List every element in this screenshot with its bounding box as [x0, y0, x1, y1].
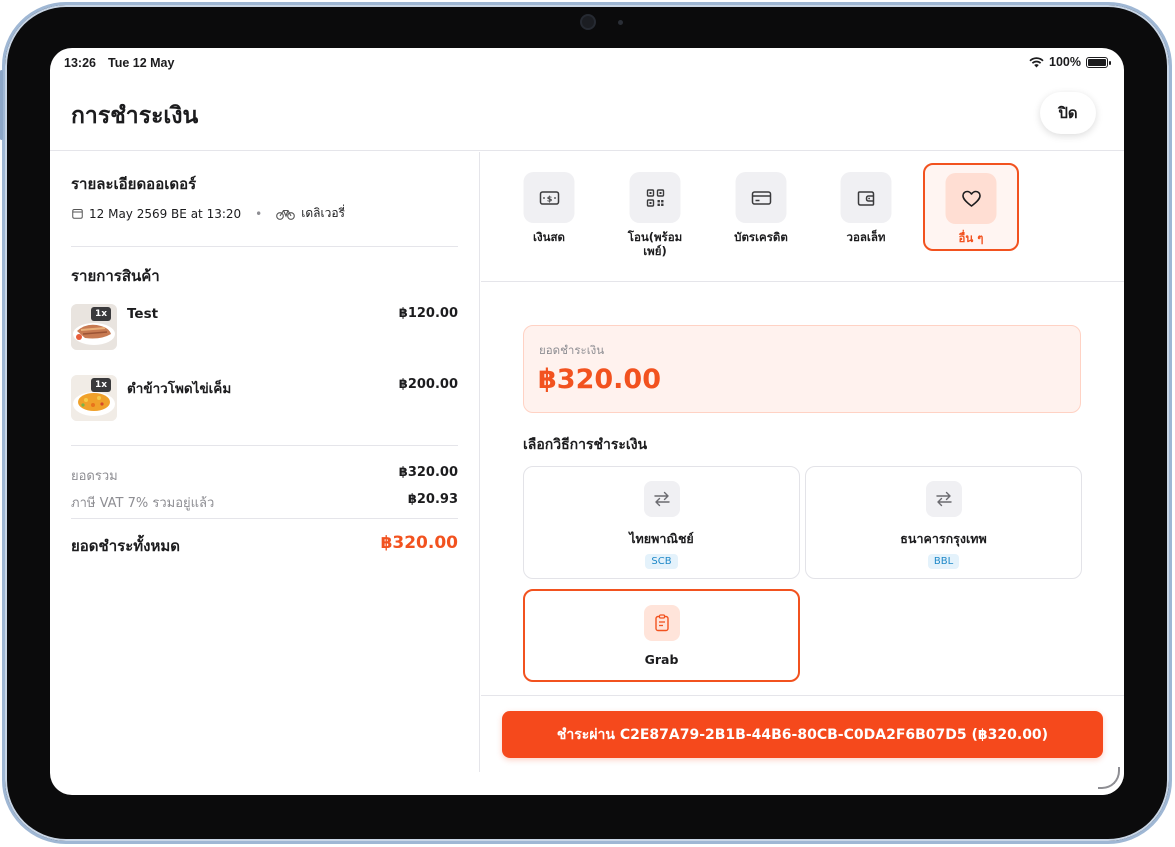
grand-total-value: ฿320.00 — [380, 533, 458, 553]
bank-code-badge: SCB — [645, 554, 678, 569]
wifi-icon — [1029, 56, 1044, 67]
svg-text:$: $ — [546, 194, 552, 203]
transfer-arrows-icon — [925, 481, 962, 517]
grand-total-label: ยอดชำระทั้งหมด — [71, 537, 180, 555]
camera-sensor — [618, 20, 623, 25]
item-price: ฿200.00 — [398, 377, 458, 392]
status-date: Tue 12 May — [108, 56, 175, 70]
screen: 13:26 Tue 12 May 100% การชำระเงิน ปิด รา… — [50, 48, 1124, 795]
quantity-badge: 1x — [91, 307, 112, 321]
calendar-icon — [72, 209, 83, 219]
status-indicators: 100% — [1029, 55, 1111, 69]
status-time: 13:26 — [64, 56, 96, 70]
tab-cash[interactable]: $ เงินสด — [501, 164, 597, 252]
item-name: ตำข้าวโพดไข่เค็ม — [127, 381, 232, 397]
page-header: การชำระเงิน ปิด — [50, 78, 1124, 151]
vat-label: ภาษี VAT 7% รวมอยู่แล้ว — [71, 496, 215, 511]
device-side-button — [0, 70, 3, 140]
items-title: รายการสินค้า — [71, 267, 160, 285]
option-scb[interactable]: ไทยพาณิชย์ SCB — [523, 466, 800, 579]
order-meta: 12 May 2569 BE at 13:20 • เดลิเวอรี่ — [72, 204, 345, 223]
option-grab[interactable]: Grab — [523, 589, 800, 682]
payment-panel: $ เงินสด โอน(พร้อมเพย์) บัตรเครดิต วอลเล… — [481, 152, 1124, 795]
item-thumbnail: 1x — [71, 304, 117, 350]
order-details-title: รายละเอียดออเดอร์ — [71, 175, 197, 193]
tab-other[interactable]: อื่น ๆ — [923, 163, 1019, 251]
status-bar: 13:26 Tue 12 May 100% — [50, 48, 1124, 78]
tab-credit-card[interactable]: บัตรเครดิต — [713, 164, 809, 252]
order-item[interactable]: 1x ตำข้าวโพดไข่เค็ม ฿200.00 — [71, 375, 458, 425]
credit-card-icon — [735, 172, 787, 223]
order-datetime: 12 May 2569 BE at 13:20 — [89, 206, 242, 221]
bank-name: ธนาคารกรุงเทพ — [900, 531, 987, 546]
battery-percent: 100% — [1049, 55, 1081, 69]
front-camera — [580, 14, 596, 30]
bicycle-icon — [276, 209, 296, 220]
divider — [71, 518, 458, 519]
transfer-arrows-icon — [643, 481, 680, 517]
divider — [71, 445, 458, 446]
wallet-icon — [840, 172, 892, 223]
item-price: ฿120.00 — [398, 306, 458, 321]
item-thumbnail: 1x — [71, 375, 117, 421]
tab-label: อื่น ๆ — [958, 231, 984, 245]
tab-label: บัตรเครดิต — [734, 230, 788, 244]
option-name: Grab — [644, 652, 679, 667]
tab-label: วอลเล็ท — [846, 230, 886, 244]
payment-method-tabs: $ เงินสด โอน(พร้อมเพย์) บัตรเครดิต วอลเล… — [481, 152, 1124, 282]
cash-icon: $ — [523, 172, 575, 223]
heart-icon — [945, 173, 997, 224]
order-item[interactable]: 1x Test ฿120.00 — [71, 304, 458, 354]
bank-name: ไทยพาณิชย์ — [629, 531, 694, 546]
tab-transfer-promptpay[interactable]: โอน(พร้อมเพย์) — [607, 164, 703, 258]
order-type: เดลิเวอรี่ — [301, 206, 345, 220]
subtotal-label: ยอดรวม — [71, 469, 118, 484]
choose-method-title: เลือกวิธีการชำระเงิน — [523, 437, 648, 453]
qr-code-icon — [629, 172, 681, 223]
quantity-badge: 1x — [91, 378, 112, 392]
item-name: Test — [127, 306, 159, 322]
tab-label: เงินสด — [533, 230, 565, 244]
tab-label: โอน(พร้อมเพย์) — [627, 230, 683, 258]
tab-wallet[interactable]: วอลเล็ท — [818, 164, 914, 252]
payment-footer: ชำระผ่าน C2E87A79-2B1B-44B6-80CB-C0DA2F6… — [481, 695, 1124, 795]
clipboard-icon — [643, 605, 680, 641]
amount-due-box: ยอดชำระเงิน ฿320.00 — [523, 325, 1081, 413]
amount-due-label: ยอดชำระเงิน — [539, 343, 605, 357]
pay-button[interactable]: ชำระผ่าน C2E87A79-2B1B-44B6-80CB-C0DA2F6… — [502, 711, 1103, 758]
subtotal-value: ฿320.00 — [398, 465, 458, 480]
bank-code-badge: BBL — [927, 554, 960, 569]
page-title: การชำระเงิน — [71, 103, 199, 129]
battery-icon — [1086, 56, 1111, 68]
vat-value: ฿20.93 — [407, 492, 458, 507]
order-summary-panel: รายละเอียดออเดอร์ 12 May 2569 BE at 13:2… — [50, 152, 480, 772]
divider — [71, 246, 458, 247]
meta-separator: • — [255, 206, 263, 221]
amount-due-value: ฿320.00 — [538, 364, 661, 395]
close-button[interactable]: ปิด — [1040, 92, 1096, 134]
option-bbl[interactable]: ธนาคารกรุงเทพ BBL — [805, 466, 1082, 579]
